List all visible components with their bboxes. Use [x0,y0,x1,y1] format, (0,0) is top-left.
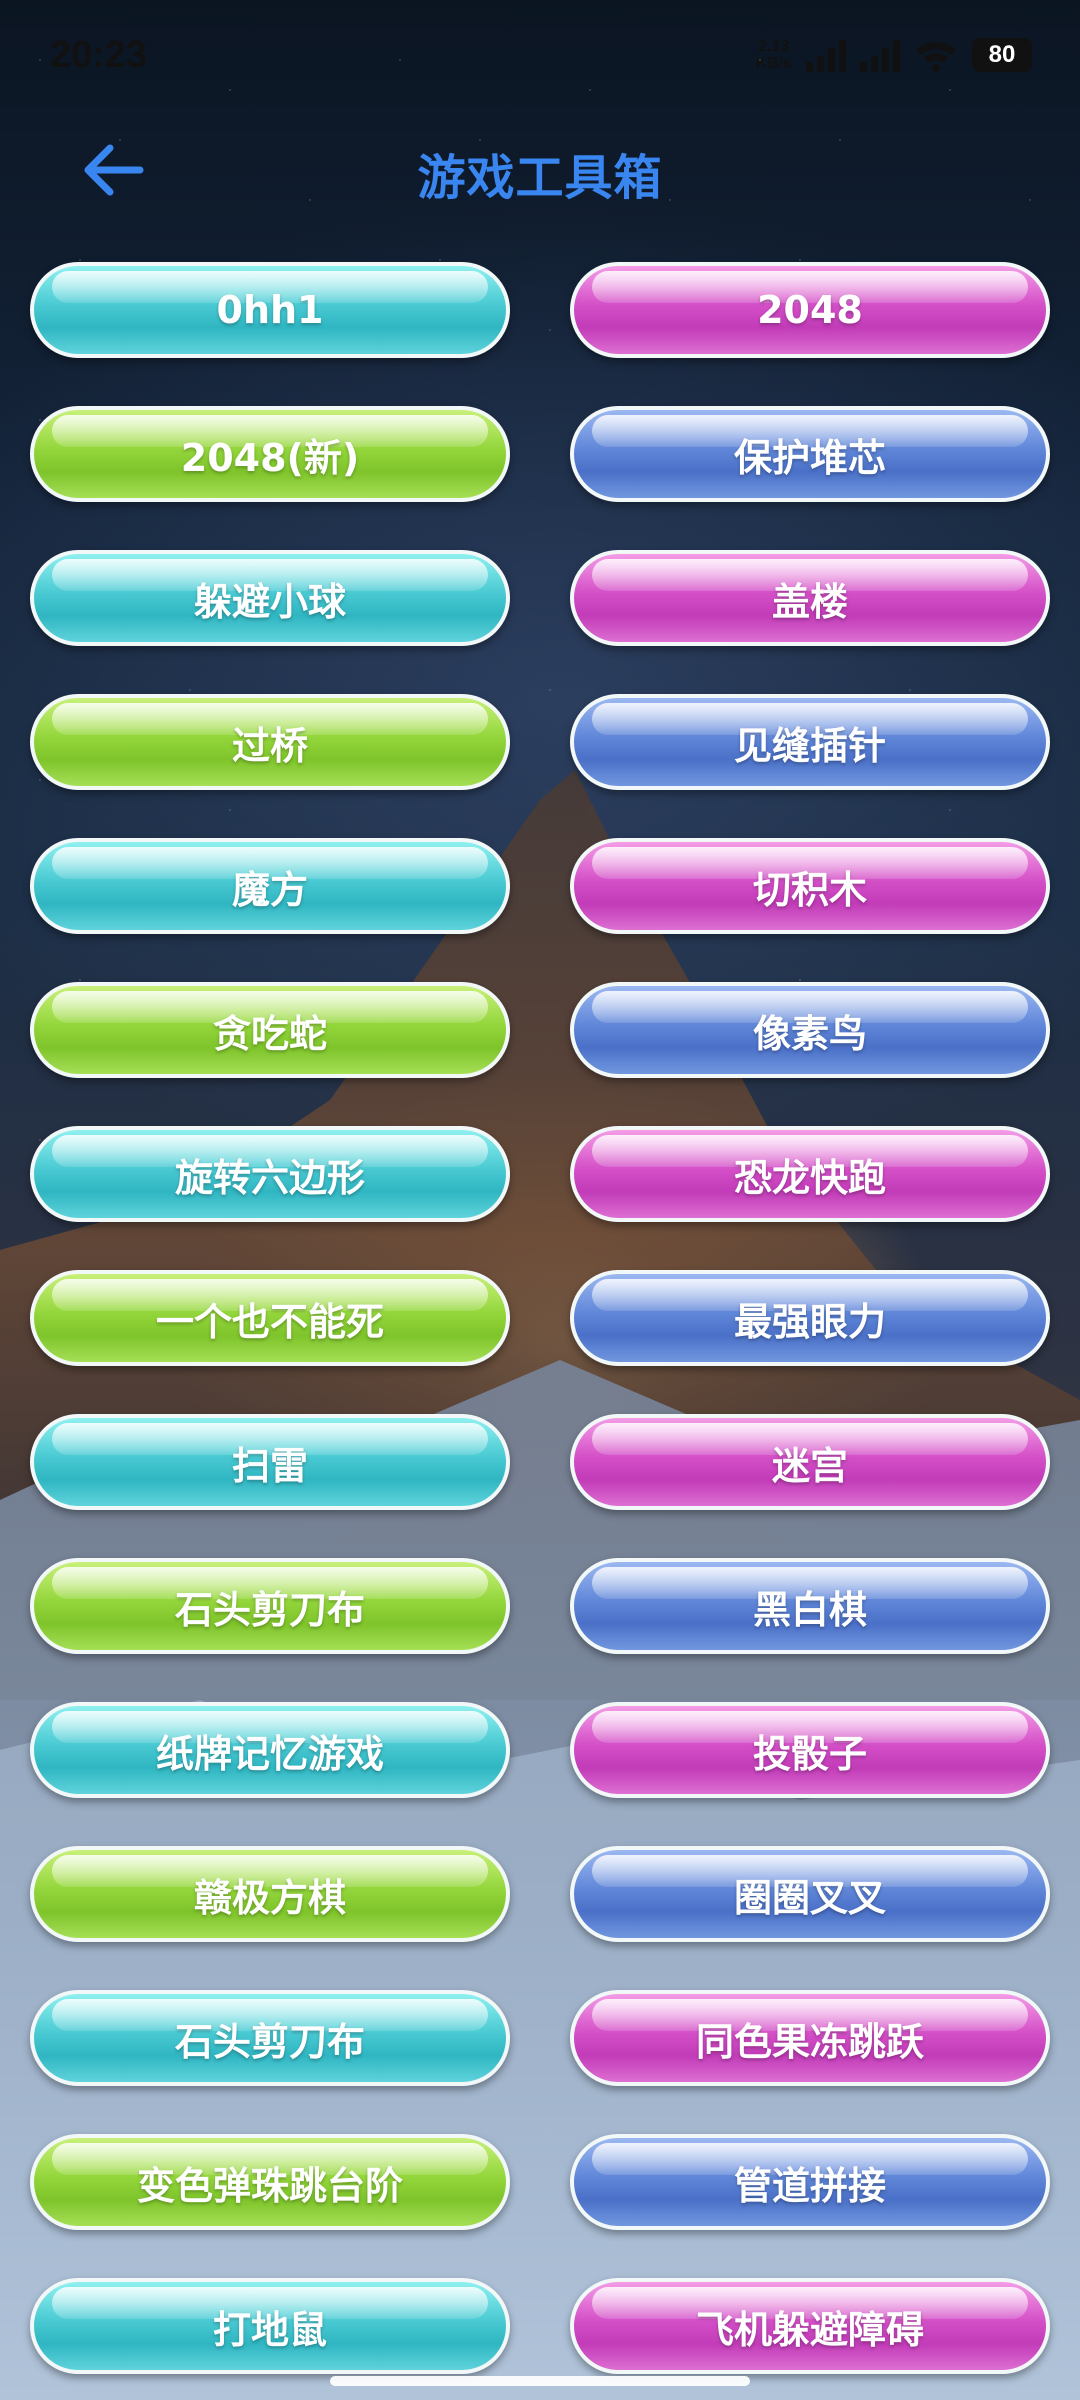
home-indicator[interactable] [330,2376,750,2386]
wifi-icon [916,42,956,72]
game-button-label: 赣极方棋 [193,1875,346,1920]
game-button[interactable]: 旋转六边形 [30,1126,510,1222]
status-time: 20:23 [50,34,148,76]
game-button-label: 纸牌记忆游戏 [155,1731,384,1776]
game-button[interactable]: 纸牌记忆游戏 [30,1702,510,1798]
signal-strength-icon [806,38,846,72]
game-button[interactable]: 飞机躲避障碍 [570,2278,1050,2374]
game-button-label: 迷宫 [771,1443,848,1488]
game-button-label: 圈圈叉叉 [733,1875,886,1920]
game-button[interactable]: 保护堆芯 [570,406,1050,502]
game-button-label: 旋转六边形 [174,1155,365,1200]
game-button[interactable]: 2048(新) [30,406,510,502]
game-button[interactable]: 变色弹珠跳台阶 [30,2134,510,2230]
game-button-label: 过桥 [231,723,308,768]
game-button-label: 变色弹珠跳台阶 [136,2163,403,2208]
network-speed: 2.13 KB/s [756,38,792,72]
game-button[interactable]: 打地鼠 [30,2278,510,2374]
battery-icon: 80 [972,38,1032,72]
game-button[interactable]: 同色果冻跳跃 [570,1990,1050,2086]
app-screen: 20:23 2.13 KB/s 80 游戏工具箱 0hh1 2048 2048(… [0,0,1080,2400]
game-button-label: 魔方 [231,867,308,912]
game-button-label: 同色果冻跳跃 [695,2019,924,2064]
top-app-bar: 游戏工具箱 [0,120,1080,220]
game-button-label: 最强眼力 [733,1299,886,1344]
game-button[interactable]: 石头剪刀布 [30,1558,510,1654]
game-button[interactable]: 躲避小球 [30,550,510,646]
signal-strength-icon-2 [860,38,900,72]
network-speed-value: 2.13 [758,38,790,55]
game-button-label: 打地鼠 [212,2307,327,2352]
game-button[interactable]: 圈圈叉叉 [570,1846,1050,1942]
game-button[interactable]: 0hh1 [30,262,510,358]
game-button-label: 像素鸟 [752,1011,867,1056]
game-button[interactable]: 切积木 [570,838,1050,934]
page-title: 游戏工具箱 [417,150,663,206]
game-button-grid: 0hh1 2048 2048(新) 保护堆芯躲避小球 盖楼过桥 见缝插针魔方 切积木贪吃蛇 像… [30,262,1050,2374]
game-button[interactable]: 像素鸟 [570,982,1050,1078]
game-button[interactable]: 魔方 [30,838,510,934]
game-button-label: 管道拼接 [733,2163,886,2208]
game-button[interactable]: 贪吃蛇 [30,982,510,1078]
game-button-label: 2048 [757,288,863,332]
status-bar: 20:23 2.13 KB/s 80 [0,0,1080,120]
game-button[interactable]: 盖楼 [570,550,1050,646]
game-button-label: 0hh1 [216,288,324,332]
game-button[interactable]: 扫雷 [30,1414,510,1510]
game-button[interactable]: 石头剪刀布 [30,1990,510,2086]
game-button-label: 2048(新) [180,435,360,480]
game-button[interactable]: 过桥 [30,694,510,790]
game-button-label: 恐龙快跑 [733,1155,886,1200]
game-button[interactable]: 赣极方棋 [30,1846,510,1942]
game-button-label: 切积木 [752,867,867,912]
game-button[interactable]: 最强眼力 [570,1270,1050,1366]
game-button-label: 贪吃蛇 [212,1011,327,1056]
game-button[interactable]: 一个也不能死 [30,1270,510,1366]
game-button-label: 投骰子 [752,1731,867,1776]
game-button[interactable]: 2048 [570,262,1050,358]
game-button-label: 石头剪刀布 [174,1587,365,1632]
game-button-label: 一个也不能死 [155,1299,384,1344]
game-button[interactable]: 迷宫 [570,1414,1050,1510]
game-button[interactable]: 投骰子 [570,1702,1050,1798]
game-button-label: 扫雷 [231,1443,308,1488]
game-button-label: 见缝插针 [733,723,886,768]
game-button-label: 保护堆芯 [733,435,886,480]
game-button[interactable]: 管道拼接 [570,2134,1050,2230]
game-button-label: 石头剪刀布 [174,2019,365,2064]
game-button[interactable]: 恐龙快跑 [570,1126,1050,1222]
network-speed-unit: KB/s [755,55,792,72]
game-button[interactable]: 黑白棋 [570,1558,1050,1654]
status-icons: 2.13 KB/s 80 [756,38,1032,72]
game-button-label: 躲避小球 [193,579,346,624]
game-button[interactable]: 见缝插针 [570,694,1050,790]
game-button-label: 黑白棋 [752,1587,867,1632]
game-button-label: 飞机躲避障碍 [695,2307,924,2352]
game-button-label: 盖楼 [771,579,848,624]
